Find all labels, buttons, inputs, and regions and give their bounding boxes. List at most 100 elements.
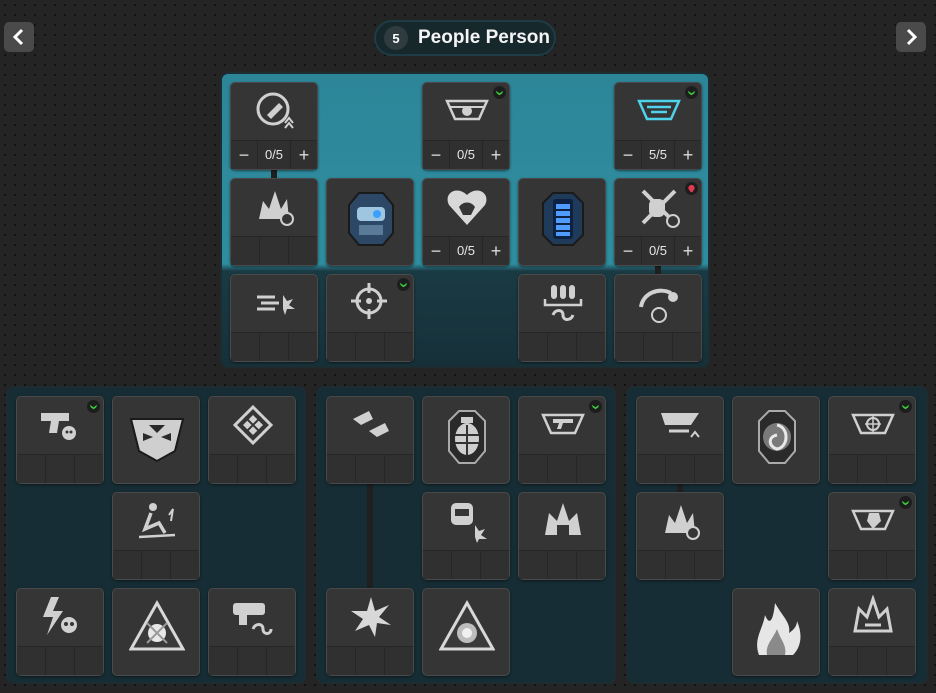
next-tree-button[interactable] xyxy=(896,22,926,52)
skill-counter: − 0/5 + xyxy=(423,236,509,265)
skill-tile[interactable] xyxy=(112,492,200,580)
red-mark-icon xyxy=(685,182,698,195)
increase-button[interactable]: + xyxy=(483,237,509,265)
skill-tile[interactable] xyxy=(518,178,606,266)
skill-slots xyxy=(327,646,413,675)
increase-button[interactable]: + xyxy=(291,141,317,169)
skill-counter: − 0/5 + xyxy=(231,140,317,169)
sub-skill-tree-panel xyxy=(6,386,306,684)
explosion-icon xyxy=(541,499,585,543)
increase-button[interactable]: + xyxy=(675,141,701,169)
green-mark-icon xyxy=(87,400,100,413)
skill-tile[interactable] xyxy=(518,274,606,362)
skill-tile[interactable] xyxy=(230,178,318,266)
skill-slots xyxy=(829,550,915,579)
skill-slots xyxy=(519,332,605,361)
skill-tile[interactable] xyxy=(16,396,104,484)
emblem-wings-icon xyxy=(445,89,489,133)
skill-tile[interactable] xyxy=(732,588,820,676)
skill-tile[interactable] xyxy=(208,396,296,484)
skill-slots xyxy=(423,550,509,579)
wings-bullets-icon xyxy=(637,89,681,133)
cracked-diamond-icon xyxy=(231,403,275,447)
skill-points: 0/5 xyxy=(257,141,291,169)
skill-tile[interactable]: − 0/5 + xyxy=(422,178,510,266)
wings-gun-icon xyxy=(541,403,585,447)
bullet-burst-icon xyxy=(253,281,297,325)
skill-slots xyxy=(209,454,295,483)
skill-points: 0/5 xyxy=(449,237,483,265)
skill-tile[interactable] xyxy=(422,492,510,580)
skill-tile[interactable] xyxy=(518,492,606,580)
skill-tile[interactable] xyxy=(636,492,724,580)
skill-tile[interactable] xyxy=(16,588,104,676)
skill-tile[interactable] xyxy=(422,588,510,676)
wings-mask-icon xyxy=(129,407,185,467)
skill-counter: − 0/5 + xyxy=(423,140,509,169)
increase-button[interactable]: + xyxy=(675,237,701,265)
slip-fall-icon xyxy=(135,499,179,543)
skill-tile[interactable] xyxy=(636,396,724,484)
battery-shield-icon xyxy=(535,189,591,249)
skill-slots xyxy=(519,550,605,579)
skill-tile[interactable] xyxy=(112,396,200,484)
skill-tile[interactable] xyxy=(422,396,510,484)
skill-slots xyxy=(637,550,723,579)
skill-points: 0/5 xyxy=(449,141,483,169)
green-mark-icon xyxy=(397,278,410,291)
skill-tile[interactable] xyxy=(326,274,414,362)
skill-tile[interactable] xyxy=(230,274,318,362)
skill-counter: − 5/5 + xyxy=(615,140,701,169)
skill-slots xyxy=(17,454,103,483)
skill-points: 0/5 xyxy=(641,237,675,265)
chevron-right-icon xyxy=(906,28,918,46)
skill-tile[interactable]: − 0/5 + xyxy=(614,178,702,266)
previous-tree-button[interactable] xyxy=(4,22,34,52)
reload-arrow-icon xyxy=(253,89,297,133)
skill-tile[interactable]: − 5/5 + xyxy=(614,82,702,170)
gun-recycle-icon xyxy=(231,595,275,639)
skill-tile[interactable]: − 0/5 + xyxy=(422,82,510,170)
decrease-button[interactable]: − xyxy=(615,237,641,265)
tree-title: People Person xyxy=(418,27,550,48)
skill-tile[interactable] xyxy=(112,588,200,676)
crosshair-icon xyxy=(349,281,393,325)
burst-timer-icon xyxy=(253,185,297,229)
skill-tile[interactable] xyxy=(828,396,916,484)
skill-tile[interactable] xyxy=(828,588,916,676)
skill-points: 5/5 xyxy=(641,141,675,169)
main-skill-tree-panel: − 0/5 + − 0/5 + − 5/5 + − 0/5 + − 0/5 + xyxy=(220,72,710,368)
skill-tile[interactable]: − 0/5 + xyxy=(230,82,318,170)
skill-slots xyxy=(829,646,915,675)
shattered-triangle-icon xyxy=(129,599,185,659)
skill-slots xyxy=(17,646,103,675)
skill-slots xyxy=(231,332,317,361)
skill-tile[interactable] xyxy=(326,396,414,484)
green-mark-icon xyxy=(899,496,912,509)
skill-tile[interactable] xyxy=(208,588,296,676)
skill-tile[interactable] xyxy=(732,396,820,484)
wings-crosshair-icon xyxy=(851,403,895,447)
increase-button[interactable]: + xyxy=(483,141,509,169)
skill-connector xyxy=(367,483,373,589)
skill-tile[interactable] xyxy=(614,274,702,362)
decrease-button[interactable]: − xyxy=(423,237,449,265)
sub-skill-tree-panel xyxy=(316,386,616,684)
green-mark-icon xyxy=(493,86,506,99)
skill-tile[interactable] xyxy=(828,492,916,580)
skill-tile[interactable] xyxy=(326,588,414,676)
burst-timer-icon xyxy=(659,499,703,543)
skill-tile[interactable] xyxy=(518,396,606,484)
decrease-button[interactable]: − xyxy=(231,141,257,169)
lightning-skull-icon xyxy=(39,595,83,639)
ammo-refill-icon xyxy=(541,281,585,325)
decrease-button[interactable]: − xyxy=(615,141,641,169)
blades-up-icon xyxy=(659,403,703,447)
skill-tile[interactable] xyxy=(326,178,414,266)
green-mark-icon xyxy=(589,400,602,413)
heart-muscle-icon xyxy=(445,185,489,229)
green-mark-icon xyxy=(899,400,912,413)
decrease-button[interactable]: − xyxy=(423,141,449,169)
skill-slots xyxy=(209,646,295,675)
skill-slots xyxy=(615,332,701,361)
